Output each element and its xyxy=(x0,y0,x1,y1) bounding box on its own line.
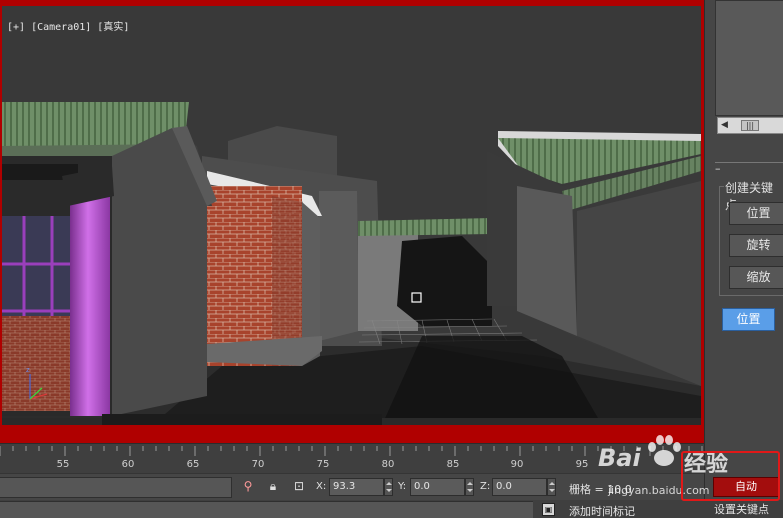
time-tag-icon[interactable]: ▣ xyxy=(542,503,555,516)
isolate-pin-icon[interactable]: ⚲ xyxy=(240,478,256,494)
tick-label: 65 xyxy=(186,459,200,470)
tick-label: 80 xyxy=(381,459,395,470)
tick-label: 85 xyxy=(446,459,460,470)
position-active-button[interactable]: 位置 xyxy=(722,308,775,331)
object-list[interactable] xyxy=(715,0,783,116)
tick-label: 55 xyxy=(56,459,70,470)
set-key-button[interactable]: 设置关键点 xyxy=(714,501,769,517)
rollout-separator xyxy=(715,162,783,176)
x-label: X: xyxy=(316,481,327,492)
highlight-frame xyxy=(681,451,780,501)
add-time-tag[interactable]: 添加时间标记 xyxy=(569,503,635,518)
rotate-key-button[interactable]: 旋转 xyxy=(729,234,783,257)
z-coordinate-field[interactable]: 0.0 xyxy=(492,478,547,496)
svg-text:z: z xyxy=(26,366,30,374)
viewport-render[interactable]: z [+] [Camera01] [真实] xyxy=(2,6,701,425)
x-spinner[interactable] xyxy=(384,478,393,496)
tick-label: 95 xyxy=(575,459,589,470)
prompt-line[interactable] xyxy=(0,477,232,498)
status-prompt[interactable] xyxy=(0,501,533,518)
scroll-thumb[interactable]: ||| xyxy=(741,120,759,131)
y-spinner[interactable] xyxy=(465,478,474,496)
camera-viewport[interactable]: z [+] [Camera01] [真实] xyxy=(0,0,704,443)
horizontal-scrollbar[interactable]: ◀ ||| xyxy=(717,117,783,134)
transform-mode-icon[interactable]: ⊡ xyxy=(291,478,307,494)
tick-label: 60 xyxy=(121,459,135,470)
watermark-brand: Bai xyxy=(598,444,641,472)
lock-icon[interactable]: 🔒︎ xyxy=(265,478,281,494)
y-coordinate-field[interactable]: 0.0 xyxy=(410,478,465,496)
rollout-toggle[interactable]: – xyxy=(715,162,721,175)
x-coordinate-field[interactable]: 93.3 xyxy=(329,478,384,496)
viewport-label[interactable]: [+] [Camera01] [真实] xyxy=(7,18,129,33)
z-spinner[interactable] xyxy=(547,478,556,496)
app-window: z [+] [Camera01] [真实] ◀ ||| – 创建关键点 位置 旋… xyxy=(0,0,783,518)
scene-render: z xyxy=(2,102,701,425)
scale-key-button[interactable]: 缩放 xyxy=(729,266,783,289)
y-label: Y: xyxy=(398,481,407,492)
position-key-button[interactable]: 位置 xyxy=(729,202,783,225)
paw-icon xyxy=(648,435,681,466)
tick-label: 90 xyxy=(510,459,524,470)
scroll-left-icon[interactable]: ◀ xyxy=(721,120,728,130)
tick-label: 75 xyxy=(316,459,330,470)
z-label: Z: xyxy=(480,481,491,492)
tick-label: 70 xyxy=(251,459,265,470)
